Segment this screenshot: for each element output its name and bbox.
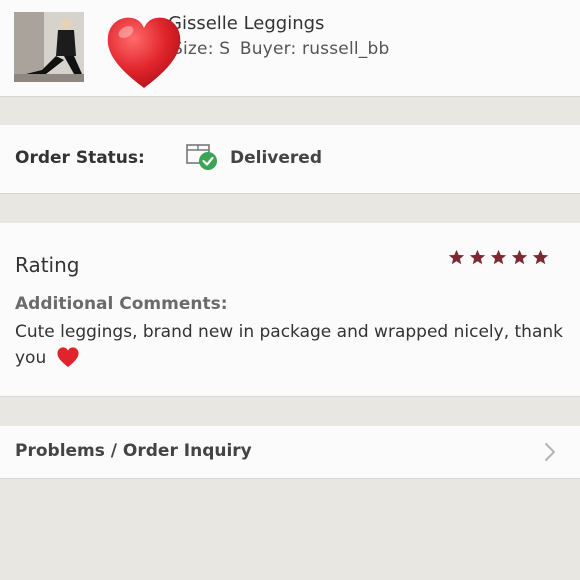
order-status-value: Delivered — [230, 148, 322, 168]
star-icon — [490, 249, 507, 265]
order-status-row: Order Status: Delivered — [0, 125, 580, 194]
delivered-package-icon — [186, 144, 217, 170]
rating-section: Rating Additional Comments: Cute legging… — [0, 223, 580, 397]
comments-text: Cute leggings, brand new in package and … — [15, 319, 570, 371]
chevron-right-icon — [545, 443, 555, 461]
star-icon — [532, 249, 549, 265]
comments-body: Cute leggings, brand new in package and … — [15, 322, 563, 368]
comments-label: Additional Comments: — [15, 294, 228, 314]
star-rating — [448, 249, 549, 266]
problems-label: Problems / Order Inquiry — [15, 441, 252, 461]
heart-emoji-icon — [57, 347, 79, 367]
product-title[interactable]: Gisselle Leggings — [168, 13, 324, 34]
star-icon — [448, 249, 465, 265]
product-meta: Size: S Buyer: russell_bb — [172, 39, 394, 59]
rating-title: Rating — [15, 253, 80, 277]
buyer-label: Buyer: russell_bb — [239, 39, 390, 59]
star-icon — [511, 249, 528, 265]
star-icon — [469, 249, 486, 265]
problems-order-inquiry-row[interactable]: Problems / Order Inquiry — [0, 426, 580, 479]
product-thumbnail[interactable] — [14, 12, 84, 82]
product-summary: Gisselle Leggings Size: S Buyer: russell… — [0, 0, 580, 97]
heart-sticker-icon — [107, 17, 181, 88]
order-status-label: Order Status: — [15, 148, 145, 168]
